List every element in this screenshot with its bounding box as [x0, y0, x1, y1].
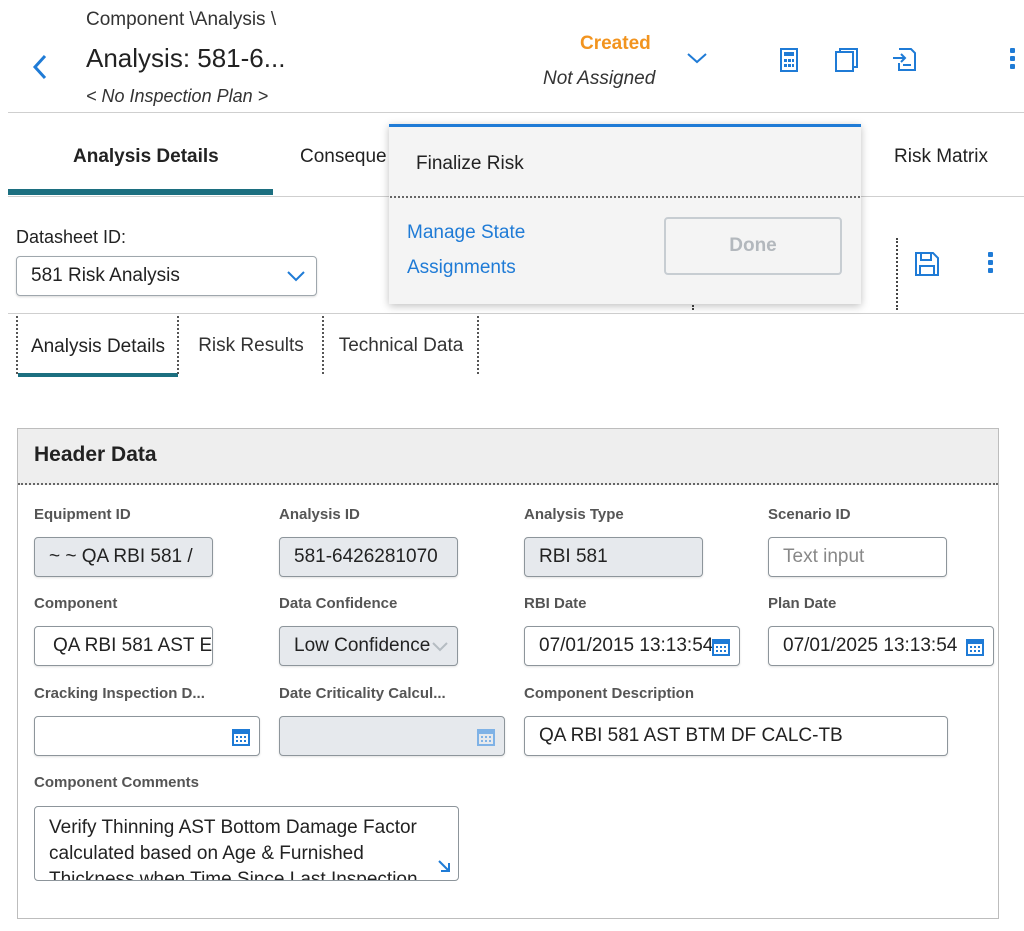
component-comments-field[interactable]: Verify Thinning AST Bottom Damage Factor… [34, 806, 459, 881]
expand-arrow-icon[interactable] [436, 858, 452, 874]
datasheet-label: Datasheet ID: [16, 227, 127, 247]
save-icon [915, 252, 939, 276]
analysis-type-label: Analysis Type [524, 506, 624, 523]
section-title: Header Data [34, 443, 157, 466]
calendar-icon [477, 729, 495, 746]
calendar-icon[interactable] [711, 637, 731, 657]
panel-header [18, 429, 998, 485]
date-criticality-label: Date Criticality Calcul... [279, 685, 446, 702]
date-criticality-field[interactable] [279, 716, 505, 756]
tab-analysis-details[interactable]: Analysis Details [73, 146, 219, 168]
export-button[interactable] [891, 46, 917, 74]
window-icon [835, 48, 858, 72]
component-description-field[interactable]: QA RBI 581 AST BTM DF CALC-TB [524, 716, 948, 756]
subtab-technical-data[interactable]: Technical Data [325, 316, 477, 376]
component-field[interactable]: QA RBI 581 AST E [34, 626, 213, 666]
assignee-label: Not Assigned [543, 68, 656, 89]
cracking-inspection-date-field[interactable] [34, 716, 260, 756]
state-label[interactable]: Created [580, 33, 651, 55]
tab-risk-matrix[interactable]: Risk Matrix [894, 146, 988, 168]
equipment-id-label: Equipment ID [34, 506, 131, 523]
manage-state-assignments-link[interactable]: Manage State [407, 222, 525, 244]
subtab-divider [16, 316, 18, 374]
analysis-id-field[interactable]: 581-6426281070 [279, 537, 458, 577]
subtab-divider [477, 316, 479, 374]
equipment-id-field[interactable]: ~ ~ QA RBI 581 / [34, 537, 213, 577]
active-subtab-indicator [18, 373, 178, 377]
inspection-plan-link[interactable]: < No Inspection Plan > [86, 86, 268, 107]
kebab-menu-icon [1006, 48, 1018, 69]
rbi-date-label: RBI Date [524, 595, 587, 612]
state-menu-chevron[interactable] [686, 50, 708, 66]
datasheet-selected-value: 581 Risk Analysis [31, 265, 180, 286]
manage-state-assignments-link-line2[interactable]: Assignments [407, 257, 516, 279]
analysis-type-field[interactable]: RBI 581 [524, 537, 703, 577]
subtab-divider [322, 316, 324, 374]
header-divider [8, 112, 1024, 113]
component-label: Component [34, 595, 118, 612]
component-comments-label: Component Comments [34, 774, 199, 791]
data-confidence-value: Low Confidence [294, 635, 431, 656]
chevron-down-icon [687, 53, 707, 64]
component-description-label: Component Description [524, 685, 695, 702]
analysis-id-label: Analysis ID [279, 506, 360, 523]
page-title: Analysis: 581-6... [86, 43, 286, 73]
breadcrumb[interactable]: Component \Analysis \ [86, 9, 276, 31]
scenario-id-label: Scenario ID [768, 506, 851, 523]
toolbar-divider [896, 238, 898, 310]
plan-date-label: Plan Date [768, 595, 837, 612]
data-confidence-label: Data Confidence [279, 595, 398, 612]
subtab-analysis-details[interactable]: Analysis Details [18, 316, 178, 376]
calculator-icon [780, 48, 798, 72]
calculate-button[interactable] [776, 46, 802, 74]
chevron-down-icon [287, 271, 305, 282]
datasheet-divider [8, 313, 1024, 314]
cracking-inspection-date-label: Cracking Inspection D... [34, 685, 205, 702]
finalize-risk-option[interactable]: Finalize Risk [416, 153, 524, 175]
more-menu-button[interactable] [1006, 48, 1018, 74]
calendar-icon[interactable] [965, 637, 985, 657]
calendar-icon[interactable] [231, 727, 251, 747]
popup-divider [390, 196, 860, 198]
window-button[interactable] [833, 46, 859, 74]
kebab-menu-icon [984, 252, 996, 273]
save-button[interactable] [914, 251, 940, 277]
component-comments-value: Verify Thinning AST Bottom Damage Factor… [49, 817, 418, 881]
active-tab-indicator [8, 189, 273, 195]
datasheet-menu-button[interactable] [984, 252, 996, 278]
rbi-date-field[interactable]: 07/01/2015 13:13:54 [524, 626, 740, 666]
document-export-icon [893, 48, 916, 71]
done-button[interactable]: Done [664, 217, 842, 275]
back-chevron-icon [32, 54, 47, 80]
tab-consequence[interactable]: Conseque [300, 146, 387, 168]
datasheet-select[interactable]: 581 Risk Analysis [16, 256, 317, 296]
data-confidence-select[interactable]: Low Confidence [279, 626, 458, 666]
chevron-down-icon [432, 642, 448, 652]
back-button[interactable] [28, 52, 52, 82]
scenario-id-input[interactable]: Text input [768, 537, 947, 577]
subtab-risk-results[interactable]: Risk Results [180, 316, 322, 376]
plan-date-value: 07/01/2025 13:13:54 [783, 635, 958, 656]
plan-date-field[interactable]: 07/01/2025 13:13:54 [768, 626, 994, 666]
subtab-divider [177, 316, 179, 374]
rbi-date-value: 07/01/2015 13:13:54 [539, 635, 714, 656]
